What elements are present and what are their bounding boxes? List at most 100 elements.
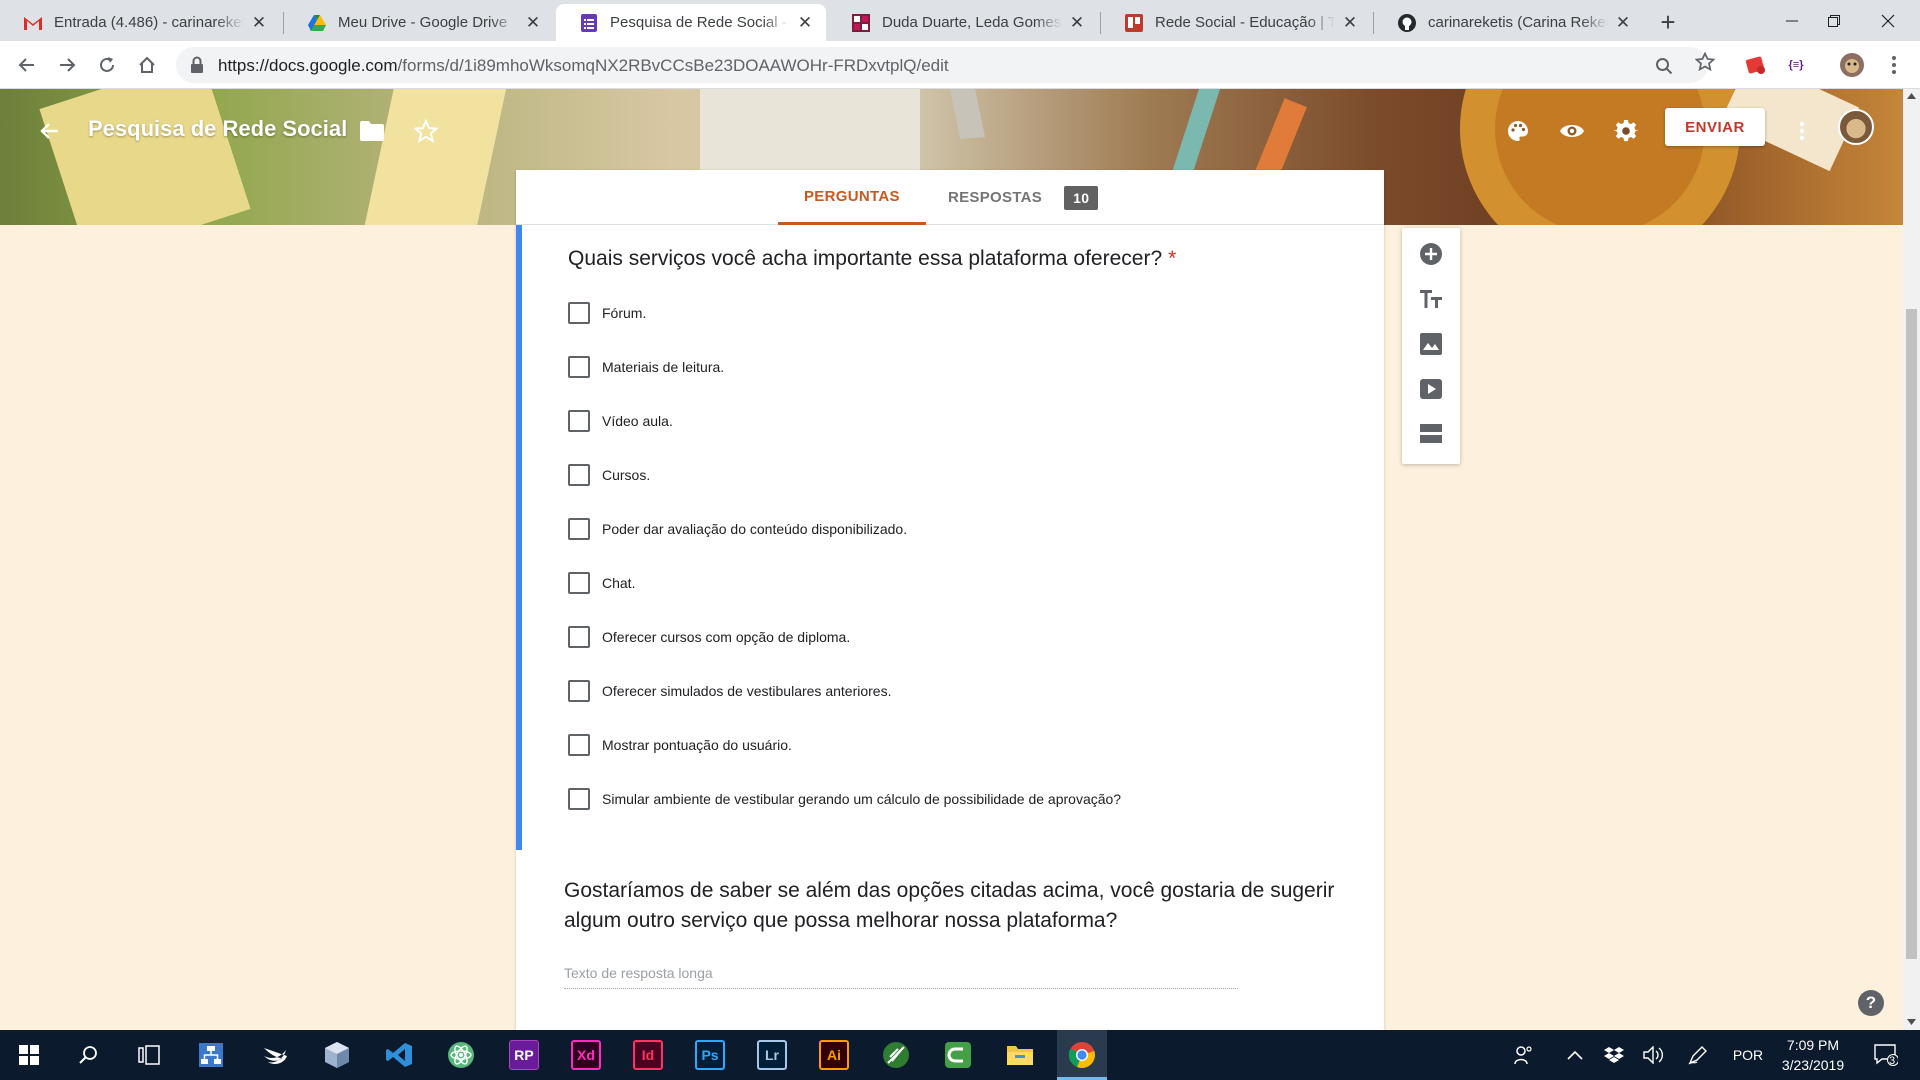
- option-label: Fórum.: [602, 305, 647, 321]
- new-tab-button[interactable]: +: [1654, 7, 1682, 37]
- help-button[interactable]: ?: [1858, 990, 1884, 1016]
- more-options-button[interactable]: [1788, 117, 1816, 145]
- checkbox-option[interactable]: Fórum.: [568, 301, 646, 325]
- taskbar-app-network[interactable]: [186, 1030, 236, 1080]
- checkbox-option[interactable]: Vídeo aula.: [568, 409, 673, 433]
- checkbox[interactable]: [568, 464, 590, 486]
- checkbox-option[interactable]: Chat.: [568, 571, 635, 595]
- add-question-button[interactable]: [1417, 240, 1445, 268]
- people-icon[interactable]: [1512, 1030, 1536, 1080]
- checkbox[interactable]: [568, 302, 590, 324]
- address-bar[interactable]: https://docs.google.com/forms/d/1i89mhoW…: [176, 47, 1708, 83]
- input-language[interactable]: POR: [1728, 1030, 1768, 1080]
- checkbox-option[interactable]: Oferecer simulados de vestibulares anter…: [568, 679, 891, 703]
- back-to-forms-button[interactable]: [36, 117, 64, 145]
- taskbar-app-id[interactable]: Id: [623, 1030, 673, 1080]
- close-tab-icon[interactable]: ✕: [1614, 13, 1632, 32]
- taskbar-app-camtasia[interactable]: [933, 1030, 983, 1080]
- taskbar-app-ai[interactable]: Ai: [809, 1030, 859, 1080]
- checkbox[interactable]: [568, 356, 590, 378]
- customize-theme-button[interactable]: [1504, 117, 1532, 145]
- forward-button[interactable]: [52, 50, 82, 80]
- checkbox[interactable]: [568, 518, 590, 540]
- reload-button[interactable]: [92, 50, 122, 80]
- action-center-button[interactable]: 3: [1866, 1030, 1906, 1080]
- show-hidden-icons[interactable]: [1563, 1030, 1587, 1080]
- taskbar-app-rp[interactable]: RP: [499, 1030, 549, 1080]
- close-tab-icon[interactable]: ✕: [250, 13, 268, 32]
- scrollbar-thumb[interactable]: [1906, 309, 1917, 959]
- add-title-button[interactable]: [1417, 285, 1445, 313]
- checkbox[interactable]: [568, 734, 590, 756]
- taskbar-app-explorer[interactable]: [995, 1030, 1045, 1080]
- add-image-button[interactable]: [1417, 330, 1445, 358]
- add-video-button[interactable]: [1417, 375, 1445, 403]
- adobe-xd-icon: Xd: [571, 1040, 601, 1070]
- move-to-folder-button[interactable]: [358, 117, 386, 145]
- close-tab-icon[interactable]: ✕: [796, 13, 814, 32]
- account-avatar[interactable]: [1838, 109, 1874, 145]
- checkbox-option[interactable]: Cursos.: [568, 463, 650, 487]
- taskbar-app-atom[interactable]: [436, 1030, 486, 1080]
- home-button[interactable]: [132, 50, 162, 80]
- taskbar-app-green[interactable]: [871, 1030, 921, 1080]
- close-icon: [1881, 14, 1895, 27]
- preview-button[interactable]: [1558, 117, 1586, 145]
- page-scrollbar[interactable]: [1903, 89, 1920, 1030]
- question-title-suggestion[interactable]: Gostaríamos de saber se além das opções …: [564, 876, 1344, 936]
- question-card-services[interactable]: Quais serviços você acha importante essa…: [516, 225, 1384, 850]
- taskbar-app-swift[interactable]: [250, 1030, 300, 1080]
- browser-tab-github[interactable]: carinareketis (Carina Reketis) ✕: [1374, 4, 1644, 41]
- checkbox[interactable]: [568, 572, 590, 594]
- checkbox-option[interactable]: Mostrar pontuação do usuário.: [568, 733, 792, 757]
- close-tab-icon[interactable]: ✕: [1068, 13, 1086, 32]
- taskbar-app-ps[interactable]: Ps: [685, 1030, 735, 1080]
- taskbar-app-chrome[interactable]: [1057, 1030, 1107, 1080]
- close-window-button[interactable]: [1856, 0, 1920, 41]
- taskbar-app-lr[interactable]: Lr: [747, 1030, 797, 1080]
- zoom-icon[interactable]: [1654, 56, 1674, 76]
- tab-questions[interactable]: PERGUNTAS: [778, 170, 926, 225]
- browser-tab-gmail[interactable]: Entrada (4.486) - carinareketis ✕: [0, 4, 280, 41]
- camtasia-icon: [945, 1042, 971, 1068]
- browser-tab-forms[interactable]: Pesquisa de Rede Social - Formulários Go…: [556, 4, 826, 41]
- form-title[interactable]: Pesquisa de Rede Social: [88, 116, 347, 142]
- checkbox-option[interactable]: Materiais de leitura.: [568, 355, 724, 379]
- browser-tab-canva[interactable]: Duda Duarte, Leda Gomes | Canva ✕: [828, 4, 1098, 41]
- chrome-menu-icon[interactable]: [1882, 53, 1906, 77]
- search-button[interactable]: [64, 1030, 114, 1080]
- bookmark-star-icon[interactable]: [1695, 52, 1715, 72]
- checkbox[interactable]: [568, 788, 590, 810]
- start-button[interactable]: [4, 1030, 54, 1080]
- taskbar-app-vscode[interactable]: [374, 1030, 424, 1080]
- extension-red-icon[interactable]: [1744, 53, 1768, 77]
- add-section-button[interactable]: [1417, 420, 1445, 448]
- pen-ink-icon[interactable]: [1684, 1030, 1712, 1080]
- send-button[interactable]: ENVIAR: [1665, 108, 1765, 146]
- close-tab-icon[interactable]: ✕: [524, 13, 542, 32]
- volume-icon[interactable]: [1640, 1030, 1668, 1080]
- profile-avatar-icon[interactable]: [1840, 53, 1864, 77]
- checkbox[interactable]: [568, 626, 590, 648]
- browser-tab-drive[interactable]: Meu Drive - Google Drive ✕: [284, 4, 554, 41]
- checkbox-option[interactable]: Simular ambiente de vestibular gerando u…: [568, 787, 1121, 811]
- checkbox[interactable]: [568, 410, 590, 432]
- clock[interactable]: 7:09 PM 3/23/2019: [1768, 1035, 1858, 1075]
- checkbox[interactable]: [568, 680, 590, 702]
- close-tab-icon[interactable]: ✕: [1341, 13, 1359, 32]
- tab-responses[interactable]: RESPOSTAS 10: [948, 170, 1099, 225]
- checkbox-option[interactable]: Poder dar avaliação do conteúdo disponib…: [568, 517, 907, 541]
- browser-tab-trello[interactable]: Rede Social - Educação | Trello ✕: [1101, 4, 1371, 41]
- scroll-down-icon[interactable]: [1907, 1019, 1916, 1025]
- taskbar-app-virtualbox[interactable]: [312, 1030, 362, 1080]
- settings-button[interactable]: [1612, 117, 1640, 145]
- task-view-button[interactable]: [124, 1030, 174, 1080]
- checkbox-option[interactable]: Oferecer cursos com opção de diploma.: [568, 625, 850, 649]
- star-form-button[interactable]: [412, 117, 440, 145]
- taskbar-app-xd[interactable]: Xd: [561, 1030, 611, 1080]
- dropbox-icon[interactable]: [1602, 1030, 1626, 1080]
- scroll-up-icon[interactable]: [1907, 93, 1916, 99]
- json-viewer-extension-icon[interactable]: {≡}: [1784, 53, 1808, 77]
- back-button[interactable]: [12, 50, 42, 80]
- eye-icon: [1560, 125, 1584, 137]
